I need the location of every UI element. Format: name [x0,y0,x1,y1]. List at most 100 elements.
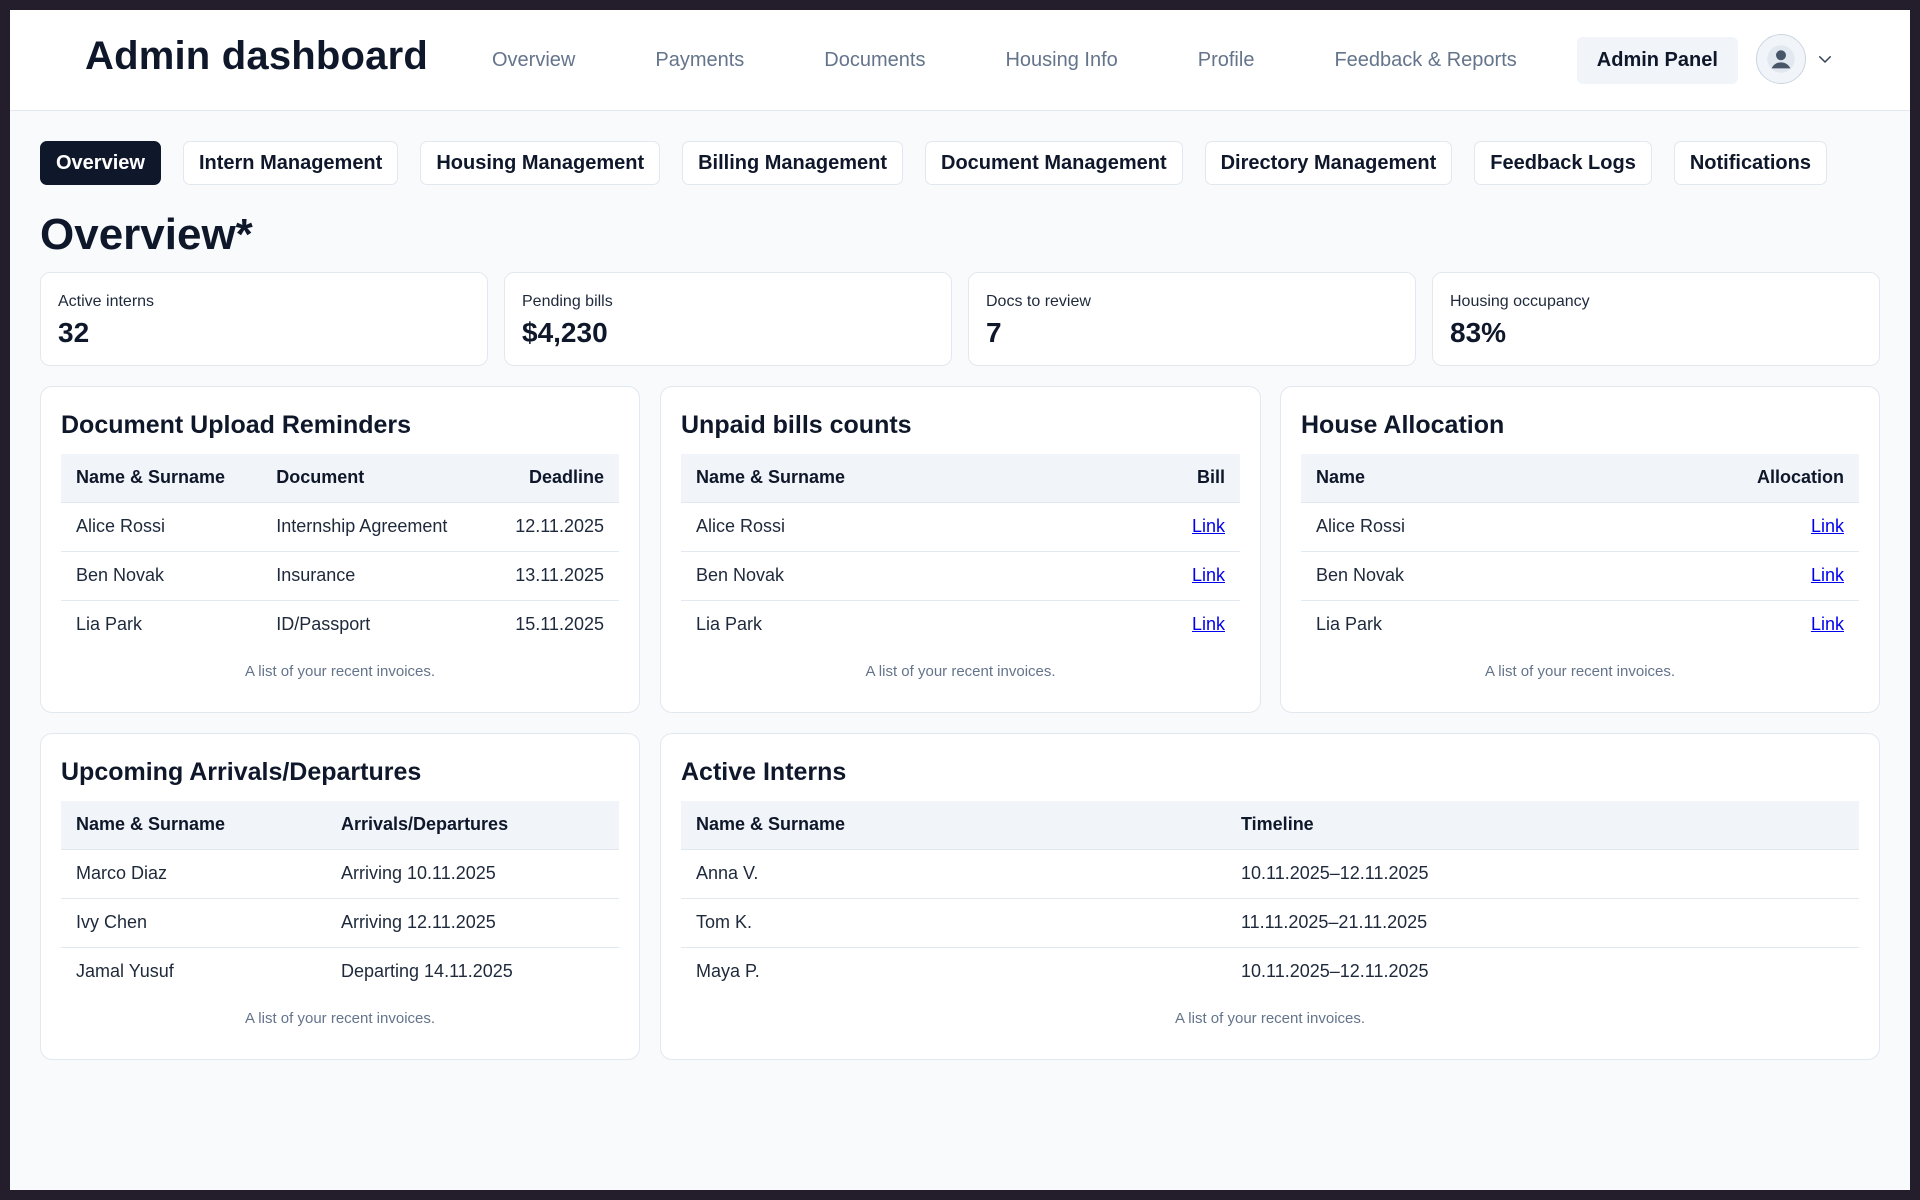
bill-link[interactable]: Link [1192,565,1225,585]
card-title: House Allocation [1301,411,1505,439]
column-header: Name [1301,454,1583,503]
table-caption: A list of your recent invoices. [865,663,1056,680]
card-unpaid-bills: Unpaid bills counts Name & Surname Bill … [660,386,1261,713]
table-cell: 12.11.2025 [486,502,619,552]
table-cell: Link [1582,551,1859,601]
table-row: Jamal Yusuf Departing 14.11.2025 [61,947,619,996]
card-title: Upcoming Arrivals/Departures [61,758,422,786]
tab-billing-management[interactable]: Billing Management [682,141,904,185]
table-caption: A list of your recent invoices. [1174,1010,1366,1027]
table-cell: Anna V. [681,849,1226,899]
column-header: Name & Surname [61,454,262,503]
table-row: Marco Diaz Arriving 10.11.2025 [61,849,619,899]
table-row: Ben Novak Link [681,551,1240,601]
arrivals-table: Name & Surname Arrivals/Departures Marco… [61,801,619,996]
stat-label: Pending bills [522,293,613,310]
card-house-allocation: House Allocation Name Allocation Alice R… [1280,386,1880,713]
table-row: Lia Park Link [1301,600,1859,649]
table-header-row: Name & Surname Timeline [681,801,1859,850]
nav-documents[interactable]: Documents [804,37,945,84]
table-header-row: Name & Surname Document Deadline [61,454,619,503]
table-cell: Departing 14.11.2025 [341,961,513,982]
tab-feedback-logs[interactable]: Feedback Logs [1474,141,1652,185]
stat-value: 7 [986,317,1002,348]
table-cell: Link [1094,551,1240,601]
table-cell: Alice Rossi [1301,502,1583,552]
tab-directory-management[interactable]: Directory Management [1204,141,1453,185]
stat-value: $4,230 [522,317,608,348]
card-document-upload-reminders: Document Upload Reminders Name & Surname… [40,386,640,713]
table-cell: Link [1582,502,1859,552]
column-header: Arrivals/Departures [326,801,619,850]
table-cell: 15.11.2025 [515,614,604,635]
nav-profile[interactable]: Profile [1178,37,1275,84]
table-cell: Ivy Chen [61,898,326,948]
table-cell: Ben Novak [681,551,1095,601]
nav-admin-panel[interactable]: Admin Panel [1576,37,1738,84]
allocation-link[interactable]: Link [1811,614,1844,634]
bill-link[interactable]: Link [1192,516,1225,536]
tab-document-management[interactable]: Document Management [925,141,1183,185]
card-title: Document Upload Reminders [61,411,412,439]
tab-housing-management[interactable]: Housing Management [420,141,661,185]
table-cell: Link [1582,600,1859,649]
column-header: Timeline [1226,801,1859,850]
table-caption: A list of your recent invoices. [244,663,436,680]
table-cell: Arriving 12.11.2025 [326,898,619,948]
user-menu[interactable] [1756,34,1834,84]
user-avatar-icon[interactable] [1756,34,1806,84]
table-row: Alice Rossi Link [681,502,1240,552]
allocation-link[interactable]: Link [1811,565,1844,585]
allocation-link[interactable]: Link [1811,516,1844,536]
stat-pending-bills: Pending bills $4,230 [504,272,952,366]
table-cell: Lia Park [1316,614,1383,635]
nav-payments[interactable]: Payments [635,37,764,84]
table-row: Alice Rossi Link [1301,502,1859,552]
table-cell: Marco Diaz [61,849,326,899]
column-header: Document [261,454,487,503]
tab-overview[interactable]: Overview [40,141,161,185]
card-active-interns: Active Interns Name & Surname Timeline A… [660,733,1880,1060]
table-row: Lia Park ID/Passport 15.11.2025 [61,600,619,649]
unpaid-bills-table: Name & Surname Bill Alice Rossi Link Ben… [681,454,1240,649]
top-nav: Overview Payments Documents Housing Info… [472,37,1738,84]
table-cell: 10.11.2025–12.11.2025 [1226,849,1859,899]
bill-link[interactable]: Link [1192,614,1225,634]
table-row: Ben Novak Insurance 13.11.2025 [61,551,619,601]
admin-tabs: Overview Intern Management Housing Manag… [40,141,1849,185]
table-cell: Alice Rossi [681,502,1095,552]
table-cell: Maya P. [696,961,760,982]
chevron-down-icon[interactable] [1816,50,1834,68]
column-header: Name & Surname [681,454,1095,503]
top-header: Admin dashboard Overview Payments Docume… [10,10,1910,111]
column-header: Allocation [1582,454,1859,503]
nav-feedback-reports[interactable]: Feedback & Reports [1314,37,1536,84]
stat-active-interns: Active interns 32 [40,272,488,366]
table-row: Ben Novak Link [1301,551,1859,601]
nav-overview[interactable]: Overview [472,37,595,84]
stat-label: Housing occupancy [1450,293,1590,310]
stats-row: Active interns 32 Pending bills $4,230 D… [40,272,1880,366]
active-interns-table: Name & Surname Timeline Anna V. 10.11.20… [681,801,1859,996]
table-cell: Lia Park [696,614,763,635]
table-cell: ID/Passport [276,614,371,635]
stat-docs-to-review: Docs to review 7 [968,272,1416,366]
table-row: Anna V. 10.11.2025–12.11.2025 [681,849,1859,899]
column-header: Deadline [486,454,619,503]
table-cell: Arriving 10.11.2025 [326,849,619,899]
table-caption: A list of your recent invoices. [244,1010,436,1027]
table-cell: Internship Agreement [261,502,487,552]
table-row: Alice Rossi Internship Agreement 12.11.2… [61,502,619,552]
column-header: Bill [1094,454,1240,503]
nav-housing-info[interactable]: Housing Info [985,37,1137,84]
card-title: Active Interns [681,758,847,786]
document-reminders-table: Name & Surname Document Deadline Alice R… [61,454,619,649]
table-cell: 11.11.2025–21.11.2025 [1226,898,1859,948]
table-cell: 13.11.2025 [486,551,619,601]
tab-notifications[interactable]: Notifications [1673,141,1827,185]
card-upcoming-arrivals-departures: Upcoming Arrivals/Departures Name & Surn… [40,733,640,1060]
card-title: Unpaid bills counts [681,411,912,439]
tab-intern-management[interactable]: Intern Management [182,141,399,185]
table-cell: 10.11.2025–12.11.2025 [1241,961,1429,982]
table-header-row: Name Allocation [1301,454,1859,503]
